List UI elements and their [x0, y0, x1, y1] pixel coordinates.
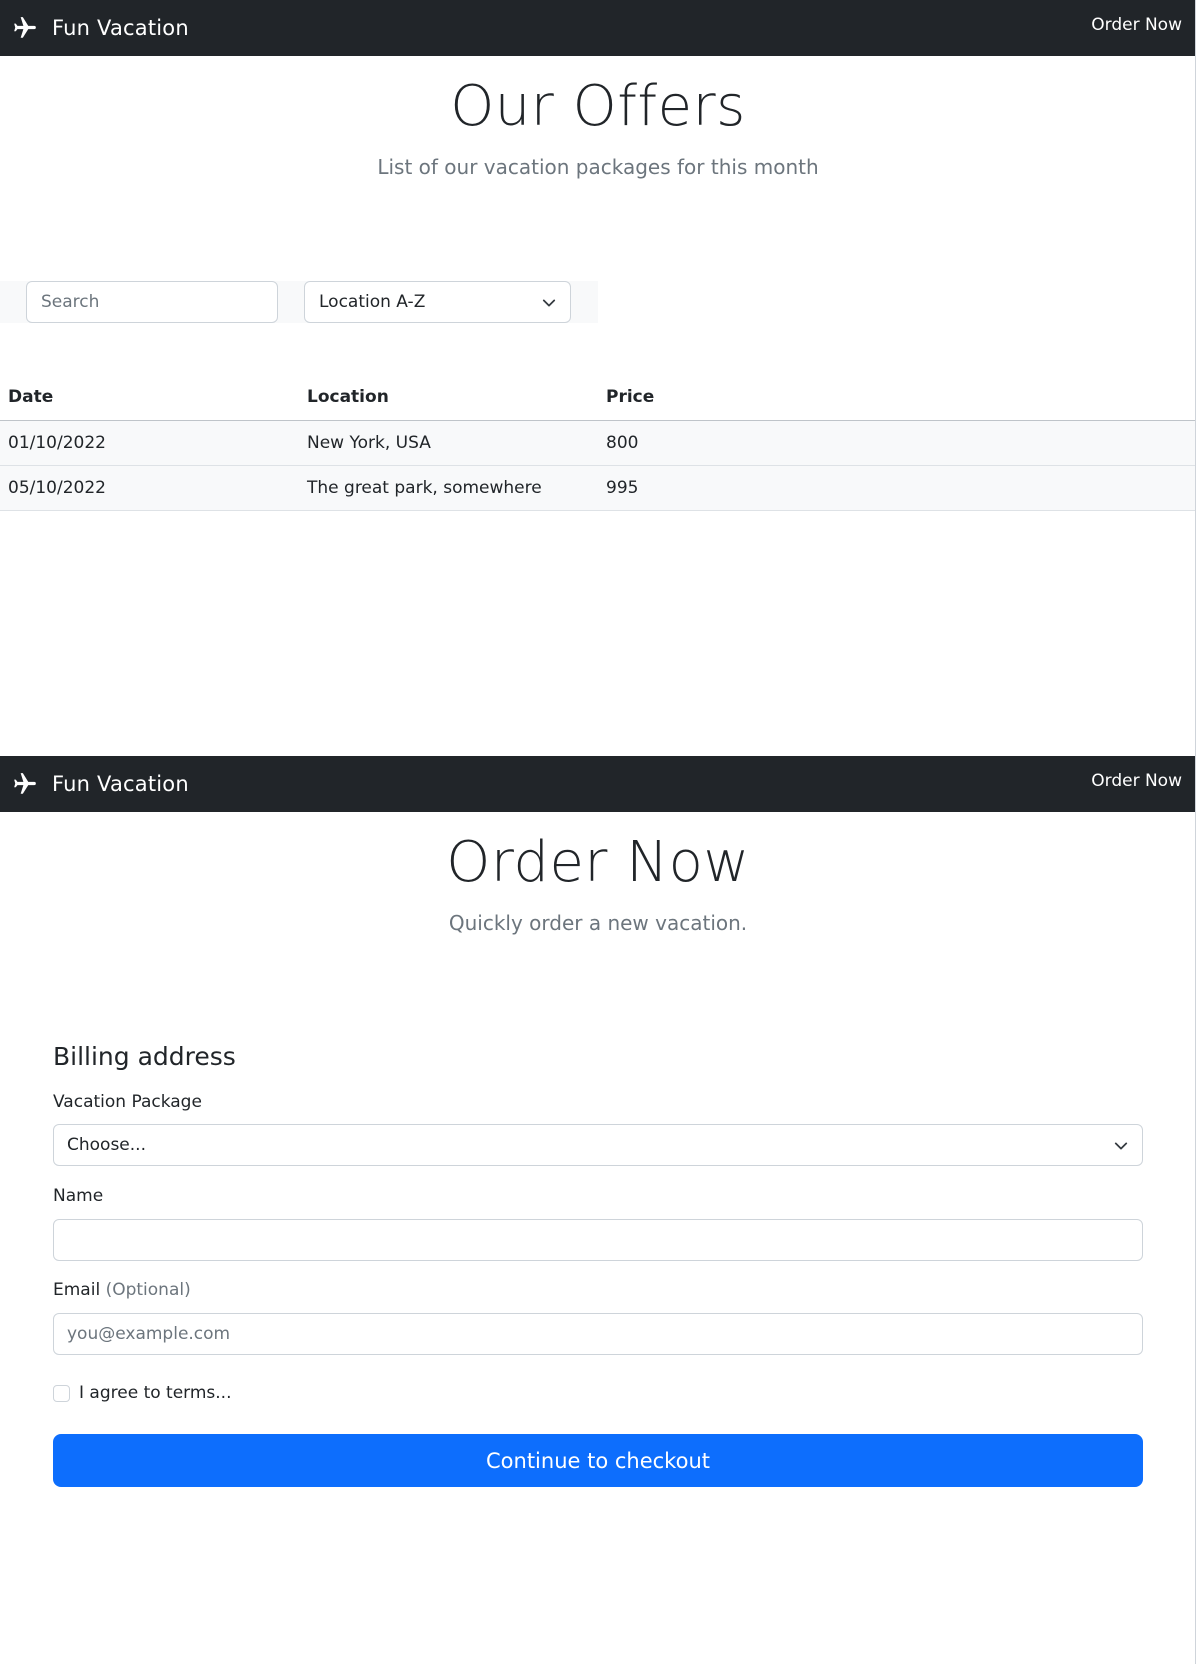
- page-title: Our Offers: [450, 74, 746, 139]
- brand-link[interactable]: Fun Vacation: [12, 12, 189, 44]
- vacation-package-label: Vacation Package: [53, 1092, 202, 1112]
- email-label-text: Email: [53, 1280, 101, 1300]
- column-header-date: Date: [0, 375, 299, 421]
- chevron-down-icon: [1114, 1139, 1128, 1153]
- terms-checkbox[interactable]: [53, 1384, 70, 1402]
- email-optional-text: (Optional): [105, 1280, 191, 1300]
- page-subtitle: Quickly order a new vacation.: [448, 911, 748, 935]
- navbar: Fun Vacation Order Now: [0, 0, 1195, 56]
- search-input[interactable]: [26, 281, 278, 323]
- cell-date: 05/10/2022: [0, 465, 299, 511]
- brand-name: Fun Vacation: [52, 16, 189, 40]
- airplane-icon: [12, 15, 38, 41]
- nav-link-order-now[interactable]: Order Now: [1091, 15, 1182, 35]
- offers-table: Date Location Price 01/10/2022 New York,…: [0, 375, 1195, 511]
- offers-page: Fun Vacation Order Now Our Offers List o…: [0, 0, 1196, 760]
- navbar: Fun Vacation Order Now: [0, 756, 1195, 812]
- cell-price: 995: [598, 465, 1195, 511]
- vacation-package-select[interactable]: Choose...: [53, 1124, 1143, 1166]
- order-page: Fun Vacation Order Now Order Now Quickly…: [0, 756, 1196, 1664]
- chevron-down-icon: [542, 296, 556, 310]
- table-row: 01/10/2022 New York, USA 800: [0, 420, 1195, 466]
- column-header-location: Location: [299, 375, 598, 421]
- sort-select[interactable]: Location A-Z: [304, 281, 571, 323]
- page-title: Order Now: [446, 830, 750, 895]
- continue-to-checkout-button[interactable]: Continue to checkout: [53, 1434, 1143, 1487]
- cell-location: New York, USA: [299, 420, 598, 466]
- vacation-package-select-value: Choose...: [67, 1135, 146, 1155]
- cell-price: 800: [598, 420, 1195, 466]
- email-input[interactable]: [53, 1313, 1143, 1355]
- sort-select-value: Location A-Z: [319, 292, 426, 312]
- column-header-price: Price: [598, 375, 1195, 421]
- brand-link[interactable]: Fun Vacation: [12, 768, 189, 800]
- name-label: Name: [53, 1186, 104, 1206]
- terms-label[interactable]: I agree to terms...: [79, 1383, 231, 1403]
- terms-row: I agree to terms...: [53, 1383, 231, 1403]
- name-input[interactable]: [53, 1219, 1143, 1261]
- nav-link-order-now[interactable]: Order Now: [1091, 771, 1182, 791]
- table-row: 05/10/2022 The great park, somewhere 995: [0, 465, 1195, 511]
- airplane-icon: [12, 771, 38, 797]
- page-subtitle: List of our vacation packages for this m…: [377, 155, 819, 179]
- filter-bar: Location A-Z: [0, 281, 598, 323]
- billing-address-heading: Billing address: [53, 1042, 236, 1071]
- table-header-row: Date Location Price: [0, 375, 1195, 421]
- cell-date: 01/10/2022: [0, 420, 299, 466]
- cell-location: The great park, somewhere: [299, 465, 598, 511]
- email-label: Email (Optional): [53, 1280, 191, 1300]
- brand-name: Fun Vacation: [52, 772, 189, 796]
